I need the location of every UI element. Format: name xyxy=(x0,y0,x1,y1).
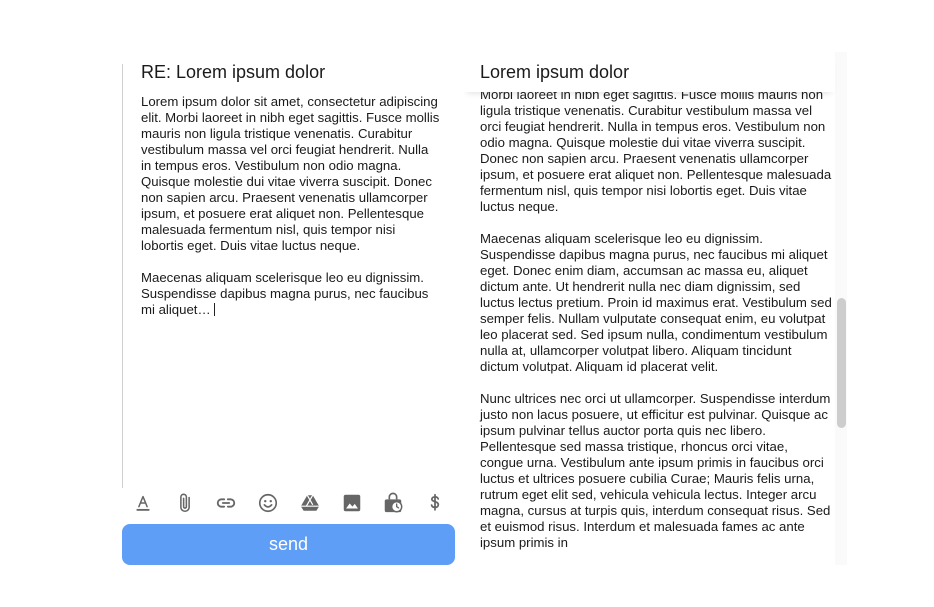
scrollbar-track[interactable] xyxy=(835,52,847,565)
attach-file-button[interactable] xyxy=(172,490,198,516)
send-button[interactable]: send xyxy=(122,524,455,565)
attachment-icon xyxy=(179,493,190,513)
original-subject: Lorem ipsum dolor xyxy=(480,62,630,82)
insert-link-button[interactable] xyxy=(213,490,239,516)
reply-paragraph: Lorem ipsum dolor sit amet, consectetur … xyxy=(141,94,440,253)
dollar-icon xyxy=(430,493,440,511)
reply-subject: RE: Lorem ipsum dolor xyxy=(141,62,326,82)
original-message-body: Morbi laoreet in nibh eget sagittis. Fus… xyxy=(480,87,832,565)
insert-emoji-button[interactable] xyxy=(255,490,281,516)
original-message-panel: Lorem ipsum dolor Morbi laoreet in nibh … xyxy=(463,52,847,565)
insert-photo-button[interactable] xyxy=(339,490,365,516)
reply-paragraph-text: Maecenas aliquam scelerisque leo eu dign… xyxy=(141,270,429,317)
compose-toolbar xyxy=(130,489,448,517)
compose-divider xyxy=(122,64,123,488)
emoji-icon xyxy=(259,493,278,513)
drive-icon xyxy=(300,494,319,511)
insert-drive-file-button[interactable] xyxy=(297,490,323,516)
text-format-button[interactable] xyxy=(130,490,156,516)
text-format-icon xyxy=(136,495,150,511)
schedule-send-button[interactable] xyxy=(380,490,406,516)
scrollbar-thumb[interactable] xyxy=(837,298,846,428)
text-cursor xyxy=(213,303,215,316)
original-paragraph: Maecenas aliquam scelerisque leo eu dign… xyxy=(480,231,832,374)
link-icon xyxy=(217,498,236,508)
schedule-icon xyxy=(384,492,403,513)
image-icon xyxy=(343,494,360,512)
reply-body-editor[interactable]: Lorem ipsum dolor sit amet, consectetur … xyxy=(141,94,441,334)
original-message-header: Lorem ipsum dolor xyxy=(463,52,835,92)
reply-paragraph: Maecenas aliquam scelerisque leo eu dign… xyxy=(141,270,441,318)
original-paragraph: Nunc ultrices nec orci ut ullamcorper. S… xyxy=(480,391,831,550)
reply-compose-panel: RE: Lorem ipsum dolor Lorem ipsum dolor … xyxy=(122,60,455,565)
original-paragraph: Morbi laoreet in nibh eget sagittis. Fus… xyxy=(480,87,832,214)
request-money-button[interactable] xyxy=(422,490,448,516)
